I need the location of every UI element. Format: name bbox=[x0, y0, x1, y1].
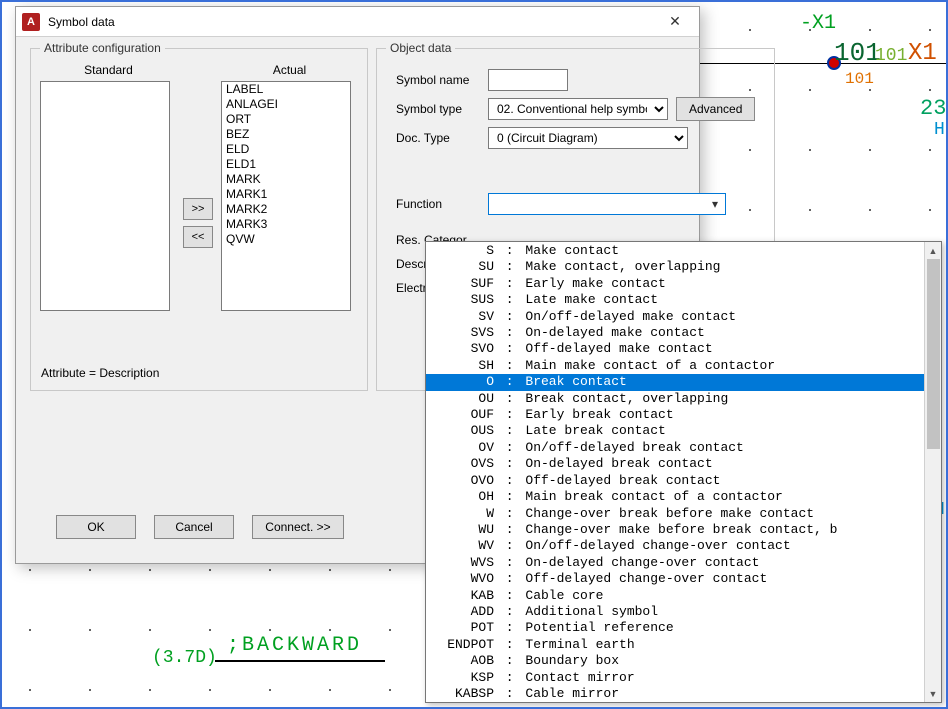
doc-type-select[interactable]: 0 (Circuit Diagram) bbox=[488, 127, 688, 149]
chevron-down-icon: ▾ bbox=[707, 197, 723, 211]
connect-button[interactable]: Connect. >> bbox=[252, 515, 344, 539]
list-item[interactable]: ELD1 bbox=[222, 157, 350, 172]
cancel-button[interactable]: Cancel bbox=[154, 515, 234, 539]
canvas-label-101-orange: 101 bbox=[845, 70, 874, 88]
dropdown-option[interactable]: WV : On/off-delayed change-over contact bbox=[426, 538, 924, 554]
dropdown-option[interactable]: S : Make contact bbox=[426, 243, 924, 259]
dropdown-option[interactable]: O : Break contact bbox=[426, 374, 924, 390]
function-label: Function bbox=[396, 197, 480, 211]
actual-column-header: Actual bbox=[221, 63, 358, 77]
close-button[interactable]: ✕ bbox=[655, 8, 695, 36]
dropdown-option[interactable]: OV : On/off-delayed break contact bbox=[426, 440, 924, 456]
dropdown-option[interactable]: SUF : Early make contact bbox=[426, 276, 924, 292]
dropdown-option[interactable]: KABSP : Cable mirror bbox=[426, 686, 924, 702]
canvas-label-h1: H bbox=[934, 120, 945, 140]
list-item[interactable]: LABEL bbox=[222, 82, 350, 97]
object-data-legend: Object data bbox=[386, 41, 455, 55]
symbol-type-label: Symbol type bbox=[396, 102, 480, 116]
dropdown-option[interactable]: SUS : Late make contact bbox=[426, 292, 924, 308]
dropdown-option[interactable]: WU : Change-over make before break conta… bbox=[426, 522, 924, 538]
list-item[interactable]: MARK2 bbox=[222, 202, 350, 217]
dropdown-option[interactable]: POT : Potential reference bbox=[426, 620, 924, 636]
dropdown-option[interactable]: ADD : Additional symbol bbox=[426, 604, 924, 620]
ok-button[interactable]: OK bbox=[56, 515, 136, 539]
list-item[interactable]: BEZ bbox=[222, 127, 350, 142]
list-item[interactable]: ANLAGEI bbox=[222, 97, 350, 112]
symbol-type-select[interactable]: 02. Conventional help symbol bbox=[488, 98, 668, 120]
dropdown-option[interactable]: WVS : On-delayed change-over contact bbox=[426, 555, 924, 571]
close-icon: ✕ bbox=[669, 13, 681, 30]
canvas-label-101-light: 101 bbox=[875, 46, 907, 66]
attribute-footer-text: Attribute = Description bbox=[41, 366, 159, 380]
dropdown-option[interactable]: KSP : Contact mirror bbox=[426, 670, 924, 686]
list-item[interactable]: ORT bbox=[222, 112, 350, 127]
doc-type-label: Doc. Type bbox=[396, 131, 480, 145]
dropdown-option[interactable]: OUF : Early break contact bbox=[426, 407, 924, 423]
move-left-button[interactable]: << bbox=[183, 226, 213, 248]
function-select[interactable]: ▾ bbox=[488, 193, 726, 215]
list-item[interactable]: MARK3 bbox=[222, 217, 350, 232]
scrollbar-thumb[interactable] bbox=[927, 259, 940, 449]
list-item[interactable]: MARK1 bbox=[222, 187, 350, 202]
dropdown-option[interactable]: SVO : Off-delayed make contact bbox=[426, 341, 924, 357]
dropdown-option[interactable]: OH : Main break contact of a contactor bbox=[426, 489, 924, 505]
attribute-config-group: Attribute configuration Standard >> << A… bbox=[30, 41, 368, 391]
canvas-label-minus-x1: -X1 bbox=[800, 12, 836, 35]
attribute-config-legend: Attribute configuration bbox=[40, 41, 165, 55]
canvas-label-37d: (3.7D) bbox=[152, 648, 217, 668]
dropdown-option[interactable]: OUS : Late break contact bbox=[426, 423, 924, 439]
move-right-button[interactable]: >> bbox=[183, 198, 213, 220]
list-item[interactable]: MARK bbox=[222, 172, 350, 187]
standard-listbox[interactable] bbox=[40, 81, 170, 311]
dropdown-option[interactable]: W : Change-over break before make contac… bbox=[426, 506, 924, 522]
dropdown-option[interactable]: WVO : Off-delayed change-over contact bbox=[426, 571, 924, 587]
dropdown-option[interactable]: OVS : On-delayed break contact bbox=[426, 456, 924, 472]
dropdown-option[interactable]: OU : Break contact, overlapping bbox=[426, 391, 924, 407]
dropdown-option[interactable]: SV : On/off-delayed make contact bbox=[426, 309, 924, 325]
actual-listbox[interactable]: LABELANLAGEIORTBEZELDELD1MARKMARK1MARK2M… bbox=[221, 81, 351, 311]
scroll-down-icon: ▼ bbox=[925, 685, 941, 702]
canvas-label-backward: ;BACKWARD bbox=[227, 634, 362, 657]
app-icon: A bbox=[22, 13, 40, 31]
dropdown-option[interactable]: SH : Main make contact of a contactor bbox=[426, 358, 924, 374]
advanced-button[interactable]: Advanced bbox=[676, 97, 755, 121]
dropdown-option[interactable]: ENDPOT : Terminal earth bbox=[426, 637, 924, 653]
canvas-label-x1: X1 bbox=[908, 40, 937, 67]
scroll-up-icon: ▲ bbox=[925, 242, 941, 259]
dropdown-option[interactable]: OVO : Off-delayed break contact bbox=[426, 473, 924, 489]
list-item[interactable]: ELD bbox=[222, 142, 350, 157]
dropdown-option[interactable]: AOB : Boundary box bbox=[426, 653, 924, 669]
dialog-title: Symbol data bbox=[48, 15, 655, 29]
dropdown-option[interactable]: KAB : Cable core bbox=[426, 588, 924, 604]
dropdown-option[interactable]: SU : Make contact, overlapping bbox=[426, 259, 924, 275]
list-item[interactable]: QVW bbox=[222, 232, 350, 247]
standard-column-header: Standard bbox=[40, 63, 177, 77]
dropdown-scrollbar[interactable]: ▲ ▼ bbox=[924, 242, 941, 702]
symbol-name-label: Symbol name bbox=[396, 73, 480, 87]
dropdown-option[interactable]: SVS : On-delayed make contact bbox=[426, 325, 924, 341]
function-dropdown-panel: S : Make contactSU : Make contact, overl… bbox=[425, 241, 942, 703]
symbol-name-input[interactable] bbox=[488, 69, 568, 91]
titlebar[interactable]: A Symbol data ✕ bbox=[16, 7, 699, 37]
canvas-label-101-dark: 101 bbox=[834, 38, 881, 68]
canvas-label-23: 23 bbox=[920, 96, 946, 121]
